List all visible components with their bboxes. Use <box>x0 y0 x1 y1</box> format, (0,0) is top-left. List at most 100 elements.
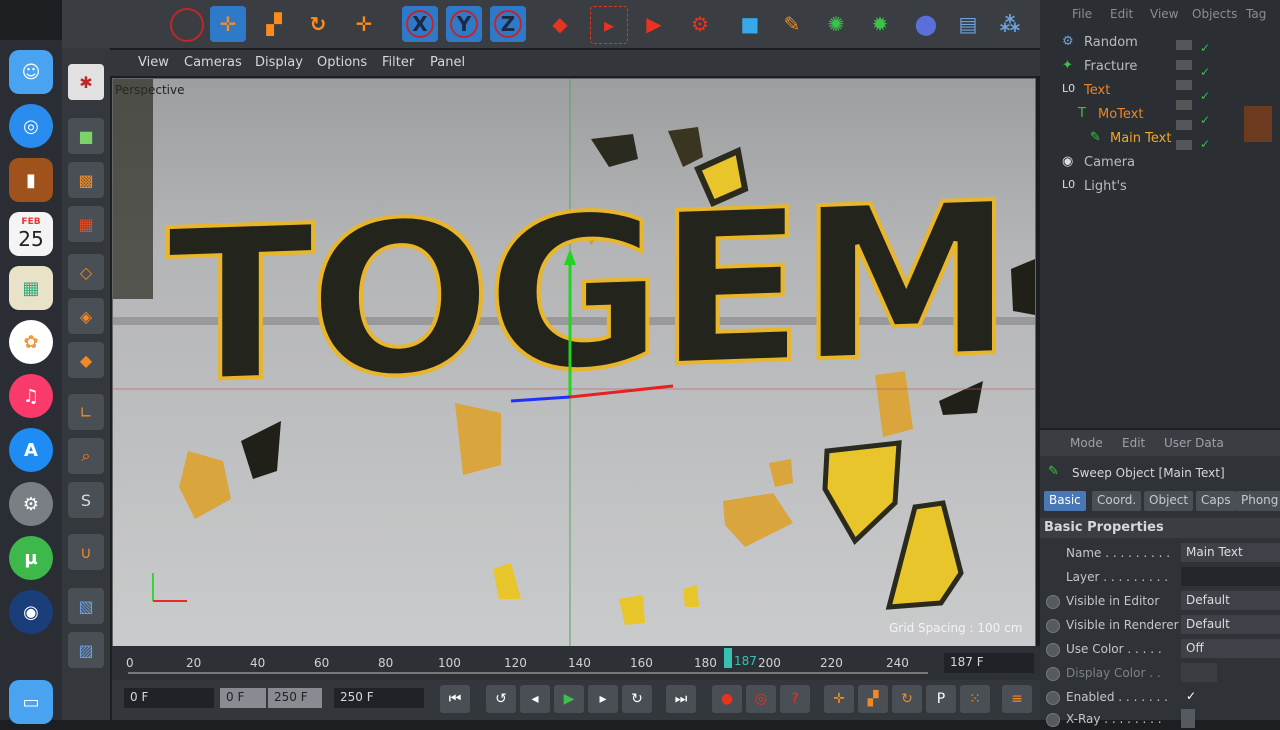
record-position-icon[interactable]: ✛ <box>824 685 854 713</box>
range-end-field[interactable]: 250 F <box>268 688 322 708</box>
layer-field[interactable] <box>1181 567 1280 586</box>
polygons-mode-icon[interactable]: ◆ <box>68 342 104 378</box>
next-keyframe-icon[interactable]: ↻ <box>622 685 652 713</box>
animate-radio[interactable] <box>1046 595 1060 609</box>
current-frame-field[interactable]: 187 F <box>944 653 1034 673</box>
record-parameter-icon[interactable]: P <box>926 685 956 713</box>
itunes-icon[interactable]: ♫ <box>9 374 53 418</box>
timeline-ruler[interactable]: 0 20 40 60 80 100 120 140 160 180 200 22… <box>112 646 1040 680</box>
planar-workplane-icon[interactable]: ▨ <box>68 632 104 668</box>
end-frame-field[interactable]: 250 F <box>334 688 424 708</box>
keyframe-selection-icon[interactable]: ? <box>780 685 810 713</box>
record-scale-icon[interactable]: ▞ <box>858 685 888 713</box>
animate-radio[interactable] <box>1046 713 1060 727</box>
range-start-field[interactable]: 0 F <box>220 688 266 708</box>
object-row-lights[interactable]: L0 Light's <box>1040 176 1280 198</box>
safari-icon[interactable]: ◎ <box>9 104 53 148</box>
om-menu-tags[interactable]: Tag <box>1246 7 1266 21</box>
add-tool-icon[interactable]: ✛ <box>346 6 382 42</box>
start-frame-field[interactable]: 0 F <box>124 688 214 708</box>
autokey-icon[interactable]: ◎ <box>746 685 776 713</box>
cube-object-icon[interactable]: ■ <box>732 6 768 42</box>
xray-checkbox[interactable] <box>1181 709 1195 728</box>
am-menu-edit[interactable]: Edit <box>1122 436 1145 450</box>
scale-tool-icon[interactable]: ▞ <box>256 6 292 42</box>
tab-coord[interactable]: Coord. <box>1092 491 1142 511</box>
calendar-icon[interactable]: FEB 25 <box>9 212 53 256</box>
tweak-mode-icon[interactable]: ⌕ <box>68 438 104 474</box>
animate-radio[interactable] <box>1046 619 1060 633</box>
visibility-toggles[interactable] <box>1176 36 1192 196</box>
menu-cameras[interactable]: Cameras <box>184 55 242 70</box>
perspective-viewport[interactable]: Perspective TOGEM <box>112 78 1036 648</box>
use-color-select[interactable]: Off <box>1181 639 1280 658</box>
object-row-random[interactable]: ⚙ Random <box>1040 32 1280 54</box>
photos-icon[interactable]: ✿ <box>9 320 53 364</box>
magnet-icon[interactable]: ∪ <box>68 534 104 570</box>
undo-view-icon[interactable]: ✱ <box>68 64 104 100</box>
om-menu-objects[interactable]: Objects <box>1192 7 1237 21</box>
deformer-icon[interactable]: ✹ <box>862 6 898 42</box>
go-to-end-icon[interactable]: ⏭ <box>666 685 696 713</box>
playhead[interactable] <box>724 648 732 668</box>
z-axis-button[interactable]: Z <box>490 6 526 42</box>
name-field[interactable]: Main Text <box>1181 543 1280 562</box>
tab-basic[interactable]: Basic <box>1044 491 1086 511</box>
environment-icon[interactable]: ⬤ <box>908 6 944 42</box>
y-axis-button[interactable]: Y <box>446 6 482 42</box>
rotate-tool-icon[interactable]: ↻ <box>300 6 336 42</box>
move-tool-icon[interactable]: ✛ <box>210 6 246 42</box>
preview-icon[interactable]: ▦ <box>9 266 53 310</box>
go-to-start-icon[interactable]: ⏮ <box>440 685 470 713</box>
utorrent-icon[interactable]: µ <box>9 536 53 580</box>
subdivision-icon[interactable]: ✺ <box>818 6 854 42</box>
animate-radio[interactable] <box>1046 643 1060 657</box>
visible-renderer-select[interactable]: Default <box>1181 615 1280 634</box>
floor-icon[interactable]: ▤ <box>950 6 986 42</box>
object-row-fracture[interactable]: ✦ Fracture <box>1040 56 1280 78</box>
om-menu-file[interactable]: File <box>1072 7 1092 21</box>
menu-options[interactable]: Options <box>317 55 367 70</box>
finder-icon[interactable]: ☺ <box>9 50 53 94</box>
record-keys-icon[interactable]: ● <box>712 685 742 713</box>
contacts-icon[interactable]: ▮ <box>9 158 53 202</box>
menu-display[interactable]: Display <box>255 55 303 70</box>
record-point-level-icon[interactable]: ⁙ <box>960 685 990 713</box>
lock-workplane-icon[interactable]: ▧ <box>68 588 104 624</box>
app-store-icon[interactable]: A <box>9 428 53 472</box>
coordinate-system-icon[interactable]: ◆ <box>542 6 578 42</box>
x-axis-button[interactable]: X <box>402 6 438 42</box>
play-icon[interactable]: ▶ <box>554 685 584 713</box>
system-preferences-icon[interactable]: ⚙ <box>9 482 53 526</box>
visible-editor-select[interactable]: Default <box>1181 591 1280 610</box>
scheme-menu-icon[interactable]: ≡ <box>1002 685 1032 713</box>
am-menu-mode[interactable]: Mode <box>1070 436 1103 450</box>
enabled-checkbox[interactable]: ✓ <box>1181 687 1197 706</box>
menu-filter[interactable]: Filter <box>382 55 414 70</box>
cinema4d-icon[interactable]: ◉ <box>9 590 53 634</box>
texture-tag-icon[interactable] <box>1244 106 1272 142</box>
om-menu-edit[interactable]: Edit <box>1110 7 1133 21</box>
display-color-swatch[interactable] <box>1181 663 1217 682</box>
previous-frame-icon[interactable]: ◂ <box>520 685 550 713</box>
menu-panel[interactable]: Panel <box>430 55 465 70</box>
menu-view[interactable]: View <box>138 55 169 70</box>
enabled-checks[interactable]: ✓ ✓ ✓ ✓ ✓ <box>1200 36 1210 156</box>
record-rotation-icon[interactable]: ↻ <box>892 685 922 713</box>
animate-radio[interactable] <box>1046 691 1060 705</box>
next-frame-icon[interactable]: ▸ <box>588 685 618 713</box>
axis-mode-icon[interactable]: ∟ <box>68 394 104 430</box>
render-view-icon[interactable]: ▶ <box>636 6 672 42</box>
move-gizmo[interactable] <box>113 79 1035 647</box>
animate-radio[interactable] <box>1046 667 1060 681</box>
workplane-icon[interactable]: ▦ <box>68 206 104 242</box>
folder-icon[interactable]: ▭ <box>9 680 53 724</box>
pen-spline-icon[interactable]: ✎ <box>774 6 810 42</box>
tab-object[interactable]: Object <box>1144 491 1194 511</box>
snap-icon[interactable]: S <box>68 482 104 518</box>
texture-mode-icon[interactable]: ▩ <box>68 162 104 198</box>
am-menu-user-data[interactable]: User Data <box>1164 436 1224 450</box>
live-selection-icon[interactable] <box>170 8 204 42</box>
tab-phong[interactable]: Phong <box>1236 491 1280 511</box>
points-mode-icon[interactable]: ◇ <box>68 254 104 290</box>
